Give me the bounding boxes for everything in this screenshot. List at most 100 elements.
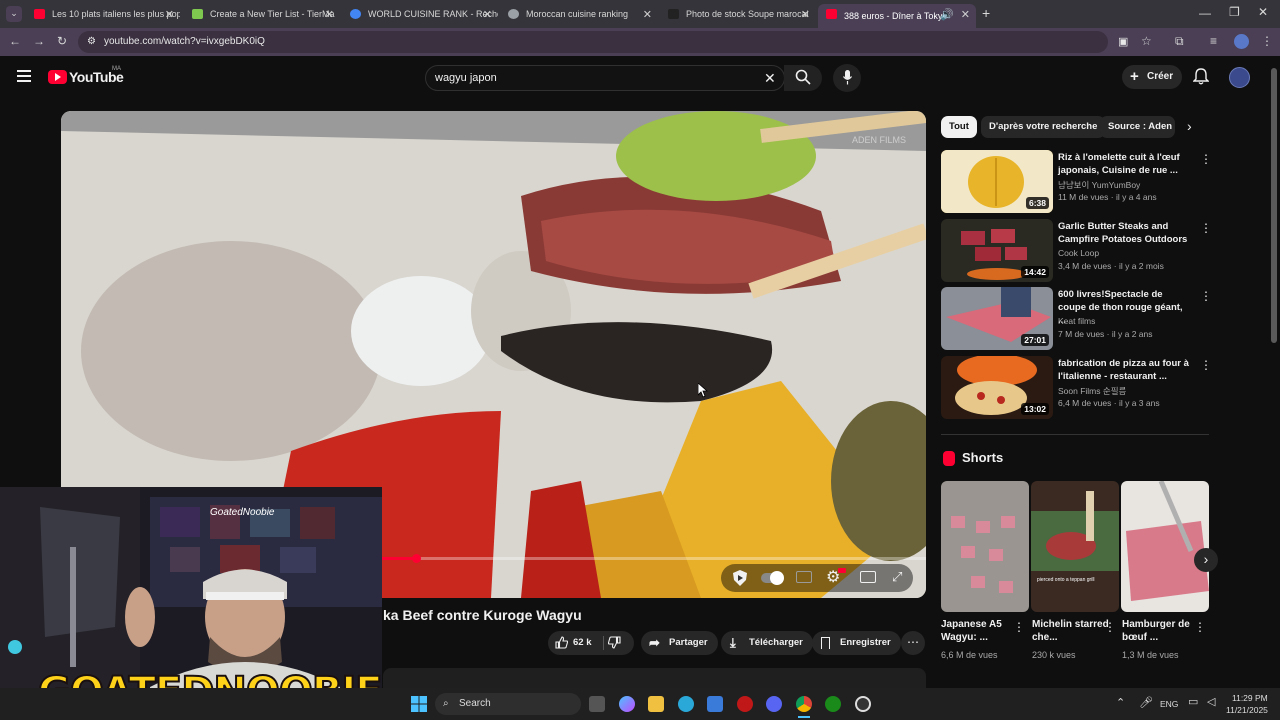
- reload-icon[interactable]: ↻: [57, 34, 67, 48]
- miniplayer-icon[interactable]: [860, 571, 876, 583]
- minimize-window-icon[interactable]: —: [1199, 6, 1211, 20]
- close-tab-icon[interactable]: ✕: [961, 8, 970, 21]
- start-button[interactable]: [411, 696, 427, 712]
- edge-icon[interactable]: [678, 696, 694, 712]
- kebab-menu-icon[interactable]: ⋮: [1200, 221, 1212, 235]
- autoplay-toggle[interactable]: [761, 571, 784, 585]
- close-window-icon[interactable]: ✕: [1258, 5, 1268, 19]
- player-controls-right: ⚙ ⤢: [721, 564, 913, 592]
- media-controls-icon[interactable]: ≡: [1210, 34, 1217, 48]
- audio-playing-icon[interactable]: 🔊: [940, 8, 954, 21]
- like-dislike-group: 62 k: [548, 631, 634, 655]
- chip-source[interactable]: Source : Aden F: [1100, 116, 1175, 138]
- kebab-menu-icon[interactable]: ⋮: [1200, 358, 1212, 372]
- video-thumbnail[interactable]: 14:42: [941, 219, 1053, 282]
- scrollbar-thumb[interactable]: [1271, 68, 1277, 343]
- share-arrow-icon: ➦: [649, 635, 660, 650]
- youtube-header: YouTube MA wagyu japon ✕ + Créer: [0, 56, 1270, 100]
- clock-time[interactable]: 11:29 PM: [1232, 693, 1268, 703]
- profile-avatar[interactable]: [1234, 34, 1249, 49]
- shorts-next-button[interactable]: ›: [1194, 548, 1218, 572]
- short-video[interactable]: [1121, 481, 1209, 612]
- chrome-icon[interactable]: [796, 696, 812, 712]
- chip-based-on-search[interactable]: D'après votre recherche: [981, 116, 1106, 138]
- kebab-menu-icon[interactable]: ⋮: [1104, 620, 1116, 634]
- mic-tray-icon[interactable]: 🎤︎: [1139, 696, 1153, 709]
- browser-menu-icon[interactable]: ⋮: [1261, 34, 1273, 48]
- subtitles-icon[interactable]: [796, 571, 812, 583]
- short-video[interactable]: pierced onto a teppan grill: [1031, 481, 1119, 612]
- fullscreen-icon[interactable]: ⤢: [892, 569, 902, 585]
- clear-search-icon[interactable]: ✕: [764, 66, 776, 90]
- close-tab-icon[interactable]: ✕: [643, 8, 652, 21]
- back-icon[interactable]: ←: [9, 34, 21, 48]
- save-button[interactable]: Enregistrer: [812, 631, 901, 655]
- browser-tab[interactable]: WORLD CUISINE RANK - Reche ✕: [342, 4, 498, 24]
- hamburger-menu-icon[interactable]: [17, 70, 31, 82]
- network-icon[interactable]: ▭: [1188, 695, 1198, 708]
- share-button[interactable]: ➦ Partager: [641, 631, 718, 655]
- browser-tab-active[interactable]: 388 euros - Dîner à Tokyo 🔊 ✕: [818, 4, 976, 28]
- recommended-video[interactable]: 27:01 600 livres!Spectacle de coupe de t…: [941, 287, 1212, 351]
- close-tab-icon[interactable]: ✕: [325, 8, 334, 21]
- download-icon: ⤓: [730, 635, 736, 650]
- new-tab-icon[interactable]: +: [982, 5, 990, 21]
- restore-window-icon[interactable]: ❐: [1229, 5, 1240, 19]
- account-avatar[interactable]: [1229, 67, 1250, 88]
- extensions-icon[interactable]: ⧉: [1175, 34, 1184, 49]
- create-button[interactable]: + Créer: [1122, 65, 1182, 89]
- address-bar[interactable]: ⚙ youtube.com/watch?v=ivxgebDK0iQ ▣: [78, 31, 1128, 53]
- kebab-menu-icon[interactable]: ⋮: [1013, 620, 1025, 634]
- close-tab-icon[interactable]: ✕: [801, 8, 810, 21]
- search-input[interactable]: wagyu japon ✕: [425, 65, 785, 91]
- video-thumbnail[interactable]: 6:38: [941, 150, 1053, 213]
- video-thumbnail[interactable]: 27:01: [941, 287, 1053, 350]
- clock-date[interactable]: 11/21/2025: [1226, 705, 1268, 715]
- recommended-video[interactable]: 14:42 Garlic Butter Steaks and Campfire …: [941, 219, 1212, 283]
- close-tab-icon[interactable]: ✕: [483, 8, 492, 21]
- video-progress-scrubber[interactable]: [411, 554, 421, 563]
- voice-search-button[interactable]: [833, 64, 861, 92]
- taskbar-search[interactable]: ⌕ Search: [435, 693, 581, 715]
- notifications-bell-icon[interactable]: [1193, 68, 1209, 85]
- install-app-icon[interactable]: ▣: [1118, 31, 1128, 53]
- store-icon[interactable]: [707, 696, 723, 712]
- tray-chevron-icon[interactable]: ⌃: [1116, 696, 1125, 709]
- browser-tab[interactable]: Les 10 plats italiens les plus pop ✕: [26, 4, 180, 24]
- browser-tab[interactable]: Moroccan cuisine ranking ✕: [500, 4, 658, 24]
- close-tab-icon[interactable]: ✕: [165, 8, 174, 21]
- bookmark-star-icon[interactable]: ☆: [1141, 34, 1152, 48]
- page-scrollbar[interactable]: [1270, 58, 1278, 688]
- obs-icon[interactable]: [855, 696, 871, 712]
- tab-list-icon[interactable]: ⌄: [6, 6, 22, 22]
- volume-icon[interactable]: ◁: [1207, 695, 1215, 708]
- like-button[interactable]: 62 k: [548, 631, 600, 655]
- kebab-menu-icon[interactable]: ⋮: [1200, 289, 1212, 303]
- dislike-button[interactable]: [608, 636, 621, 649]
- xbox-icon[interactable]: [825, 696, 841, 712]
- discord-icon[interactable]: [766, 696, 782, 712]
- kebab-menu-icon[interactable]: ⋮: [1194, 620, 1206, 634]
- file-explorer-icon[interactable]: [648, 696, 664, 712]
- sponsor-shield-icon[interactable]: [733, 570, 747, 586]
- recommended-video[interactable]: 13:02 fabrication de pizza au four à l'i…: [941, 356, 1212, 420]
- short-video[interactable]: [941, 481, 1029, 612]
- app-red-icon[interactable]: [737, 696, 753, 712]
- download-button[interactable]: ⤓ Télécharger: [721, 631, 813, 655]
- more-actions-button[interactable]: ⋯: [901, 631, 925, 655]
- chip-all[interactable]: Tout: [941, 116, 977, 138]
- search-button[interactable]: [784, 65, 822, 91]
- recommended-video[interactable]: 6:38 Riz à l'omelette cuit à l'œuf japon…: [941, 150, 1212, 214]
- task-view-icon[interactable]: [589, 696, 605, 712]
- browser-tab[interactable]: Photo de stock Soupe marocai ✕: [660, 4, 816, 24]
- language-indicator[interactable]: ENG: [1160, 699, 1178, 709]
- browser-tab[interactable]: Create a New Tier List - TierMa ✕: [184, 4, 340, 24]
- youtube-logo[interactable]: YouTube MA: [48, 66, 148, 87]
- kebab-menu-icon[interactable]: ⋮: [1200, 152, 1212, 166]
- description-box[interactable]: [383, 668, 926, 688]
- video-thumbnail[interactable]: 13:02: [941, 356, 1053, 419]
- chips-next-icon[interactable]: ›: [1187, 118, 1192, 134]
- site-info-icon[interactable]: ⚙: [87, 31, 96, 53]
- forward-icon[interactable]: →: [33, 34, 45, 48]
- copilot-icon[interactable]: [619, 696, 635, 712]
